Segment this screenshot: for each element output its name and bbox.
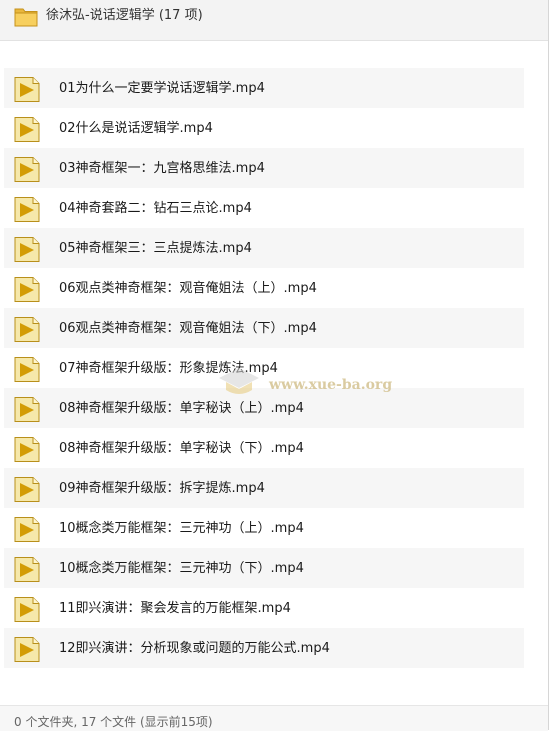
video-file-icon	[14, 437, 40, 462]
file-name: 10概念类万能框架：三元神功（上）.mp4	[59, 521, 304, 536]
video-file-icon	[14, 317, 40, 342]
file-row[interactable]: 08神奇框架升级版：单字秘诀（下）.mp4	[4, 428, 524, 468]
file-row[interactable]: 10概念类万能框架：三元神功（下）.mp4	[4, 548, 524, 588]
file-row[interactable]: 01为什么一定要学说话逻辑学.mp4	[4, 68, 524, 108]
header-bar: 徐沐弘-说话逻辑学 (17 项)	[0, 0, 548, 41]
video-file-icon	[14, 357, 40, 382]
video-file-icon	[14, 477, 40, 502]
file-name: 10概念类万能框架：三元神功（下）.mp4	[59, 561, 304, 576]
file-row[interactable]: 11即兴演讲：聚会发言的万能框架.mp4	[4, 588, 524, 628]
file-name: 08神奇框架升级版：单字秘诀（下）.mp4	[59, 441, 304, 456]
file-name: 01为什么一定要学说话逻辑学.mp4	[59, 81, 265, 96]
file-row[interactable]: 07神奇框架升级版：形象提炼法.mp4	[4, 348, 524, 388]
file-name: 12即兴演讲：分析现象或问题的万能公式.mp4	[59, 641, 330, 656]
folder-icon	[14, 8, 38, 27]
file-row[interactable]: 03神奇框架一：九宫格思维法.mp4	[4, 148, 524, 188]
video-file-icon	[14, 557, 40, 582]
file-row[interactable]: 09神奇框架升级版：拆字提炼.mp4	[4, 468, 524, 508]
video-file-icon	[14, 117, 40, 142]
file-row[interactable]: 08神奇框架升级版：单字秘诀（上）.mp4	[4, 388, 524, 428]
file-row[interactable]: 12即兴演讲：分析现象或问题的万能公式.mp4	[4, 628, 524, 668]
file-row[interactable]: 05神奇框架三：三点提炼法.mp4	[4, 228, 524, 268]
file-row[interactable]: 06观点类神奇框架：观音俺姐法（下）.mp4	[4, 308, 524, 348]
file-name: 06观点类神奇框架：观音俺姐法（上）.mp4	[59, 281, 317, 296]
video-file-icon	[14, 237, 40, 262]
file-row[interactable]: 04神奇套路二：钻石三点论.mp4	[4, 188, 524, 228]
file-row[interactable]: 02什么是说话逻辑学.mp4	[4, 108, 524, 148]
video-file-icon	[14, 397, 40, 422]
file-row[interactable]: 06观点类神奇框架：观音俺姐法（上）.mp4	[4, 268, 524, 308]
file-name: 03神奇框架一：九宫格思维法.mp4	[59, 161, 265, 176]
file-list: 01为什么一定要学说话逻辑学.mp4 02什么是说话逻辑学.mp4 03神奇框架…	[4, 68, 524, 668]
file-name: 11即兴演讲：聚会发言的万能框架.mp4	[59, 601, 291, 616]
file-name: 07神奇框架升级版：形象提炼法.mp4	[59, 361, 278, 376]
file-name: 06观点类神奇框架：观音俺姐法（下）.mp4	[59, 321, 317, 336]
file-name: 09神奇框架升级版：拆字提炼.mp4	[59, 481, 265, 496]
file-list-window: 徐沐弘-说话逻辑学 (17 项) 01为什么一定要学说话逻辑学.mp4 02什么…	[0, 0, 549, 731]
video-file-icon	[14, 517, 40, 542]
video-file-icon	[14, 77, 40, 102]
video-file-icon	[14, 637, 40, 662]
file-row[interactable]: 10概念类万能框架：三元神功（上）.mp4	[4, 508, 524, 548]
video-file-icon	[14, 157, 40, 182]
file-name: 05神奇框架三：三点提炼法.mp4	[59, 241, 252, 256]
file-name: 04神奇套路二：钻石三点论.mp4	[59, 201, 252, 216]
status-bar: 0 个文件夹, 17 个文件 (显示前15项)	[0, 705, 548, 731]
status-text: 0 个文件夹, 17 个文件 (显示前15项)	[14, 715, 213, 729]
video-file-icon	[14, 597, 40, 622]
video-file-icon	[14, 197, 40, 222]
file-name: 02什么是说话逻辑学.mp4	[59, 121, 213, 136]
video-file-icon	[14, 277, 40, 302]
folder-title: 徐沐弘-说话逻辑学 (17 项)	[46, 8, 203, 23]
file-name: 08神奇框架升级版：单字秘诀（上）.mp4	[59, 401, 304, 416]
